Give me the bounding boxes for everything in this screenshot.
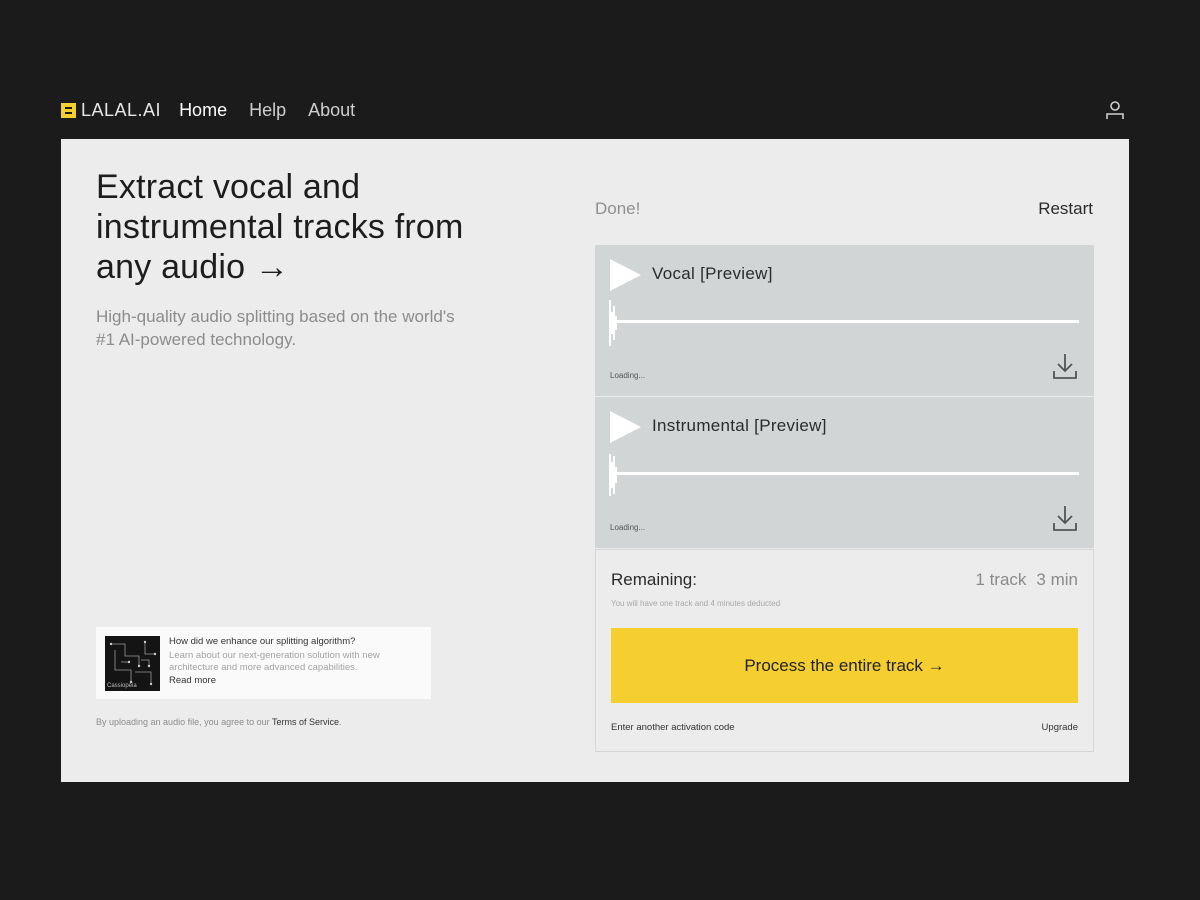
user-icon[interactable] <box>1104 99 1126 121</box>
status-text: Done! <box>595 199 641 218</box>
nav-home[interactable]: Home <box>179 100 227 121</box>
news-thumb-label: Cassiopeia <box>107 683 137 689</box>
restart-button[interactable]: Restart <box>1038 199 1093 219</box>
minutes-left: 3 min <box>1036 570 1078 589</box>
hero-title: Extract vocal and instrumental tracks fr… <box>96 168 464 286</box>
brand-name: LALAL.AI <box>81 99 162 120</box>
play-icon[interactable] <box>610 411 641 443</box>
process-entire-track-button[interactable]: Process the entire track → <box>611 628 1078 703</box>
waveform[interactable] <box>609 298 1079 348</box>
vocal-track-card: Vocal [Preview] Loading... <box>595 245 1094 396</box>
terms-text: By uploading an audio file, you agree to… <box>96 717 272 727</box>
download-icon[interactable] <box>1052 352 1078 380</box>
nav-about[interactable]: About <box>308 100 355 121</box>
process-panel: Remaining: 1 track 3 min You will have on… <box>595 549 1094 752</box>
news-body: How did we enhance our splitting algorit… <box>169 636 422 690</box>
upgrade-link[interactable]: Upgrade <box>1042 722 1078 733</box>
terms-suffix: . <box>339 717 342 727</box>
news-card[interactable]: Cassiopeia How did we enhance our splitt… <box>96 627 431 699</box>
news-thumbnail: Cassiopeia <box>105 636 160 691</box>
waveform[interactable] <box>609 450 1079 500</box>
play-icon[interactable] <box>610 259 641 291</box>
logo-icon <box>61 102 76 118</box>
remaining-label: Remaining: <box>611 570 697 589</box>
track-name: Vocal [Preview] <box>652 264 773 283</box>
main-panel: Extract vocal and instrumental tracks fr… <box>61 139 1129 782</box>
track-name: Instrumental [Preview] <box>652 416 827 435</box>
tracks-left: 1 track <box>975 570 1027 589</box>
deduction-note: You will have one track and 4 minutes de… <box>611 599 781 608</box>
remaining-values: 1 track 3 min <box>975 570 1078 590</box>
terms-notice: By uploading an audio file, you agree to… <box>96 717 342 727</box>
read-more-link[interactable]: Read more <box>169 675 422 688</box>
track-status: Loading... <box>610 371 646 380</box>
track-status: Loading... <box>610 523 646 532</box>
terms-of-service-link[interactable]: Terms of Service <box>272 717 339 727</box>
brand-logo[interactable]: LALAL.AI <box>61 100 161 121</box>
download-icon[interactable] <box>1052 504 1078 532</box>
nav-help[interactable]: Help <box>249 100 286 121</box>
activation-code-link[interactable]: Enter another activation code <box>611 722 735 733</box>
top-navigation: LALAL.AI Home Help About <box>61 96 1129 124</box>
hero-subtitle: High-quality audio splitting based on th… <box>96 307 455 349</box>
news-title: How did we enhance our splitting algorit… <box>169 636 356 647</box>
news-description: Learn about our next-generation solution… <box>169 649 380 674</box>
instrumental-track-card: Instrumental [Preview] Loading... <box>595 397 1094 548</box>
